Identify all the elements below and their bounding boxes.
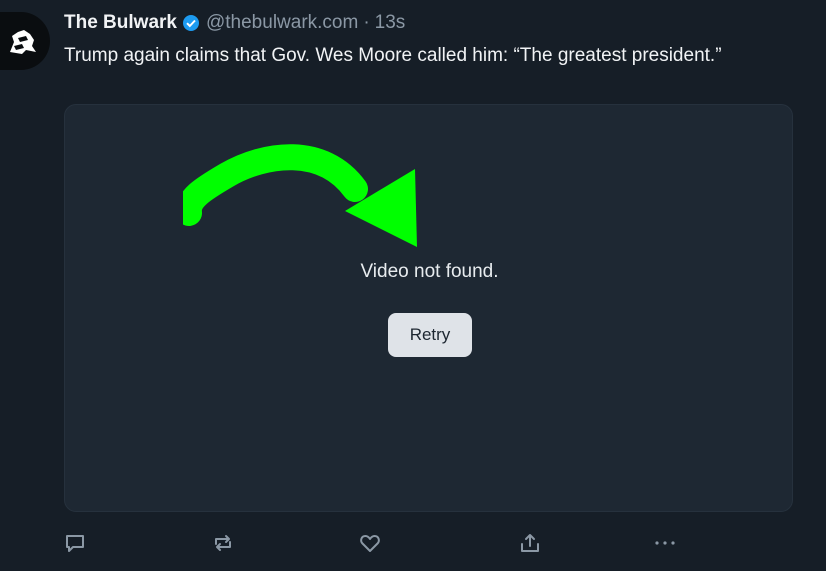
video-embed[interactable]: Video not found. Retry bbox=[64, 104, 793, 512]
reply-button[interactable] bbox=[60, 528, 90, 558]
more-button[interactable] bbox=[650, 528, 680, 558]
repost-button[interactable] bbox=[208, 528, 238, 558]
repost-icon bbox=[215, 535, 231, 551]
more-icon bbox=[655, 541, 675, 545]
post-header: The Bulwark @thebulwark.com · 13s bbox=[64, 12, 405, 34]
reply-icon bbox=[66, 535, 84, 552]
author-display-name[interactable]: The Bulwark bbox=[64, 12, 177, 34]
green-curved-arrow-icon bbox=[183, 144, 417, 247]
author-avatar[interactable] bbox=[0, 12, 50, 70]
like-button[interactable] bbox=[355, 528, 385, 558]
bulwark-knight-logo-icon bbox=[10, 30, 36, 54]
verified-badge-icon bbox=[182, 14, 200, 32]
like-icon bbox=[360, 535, 380, 552]
share-icon bbox=[521, 534, 539, 552]
retry-button[interactable]: Retry bbox=[388, 313, 472, 357]
post-timestamp[interactable]: 13s bbox=[375, 12, 406, 34]
author-handle[interactable]: @thebulwark.com bbox=[206, 12, 358, 34]
separator-dot: · bbox=[363, 12, 370, 33]
post-text: Trump again claims that Gov. Wes Moore c… bbox=[64, 45, 722, 66]
video-error-message: Video not found. bbox=[360, 261, 499, 282]
post: The Bulwark @thebulwark.com · 13s Trump … bbox=[0, 0, 826, 571]
post-actions bbox=[0, 528, 826, 558]
share-button[interactable] bbox=[515, 528, 545, 558]
